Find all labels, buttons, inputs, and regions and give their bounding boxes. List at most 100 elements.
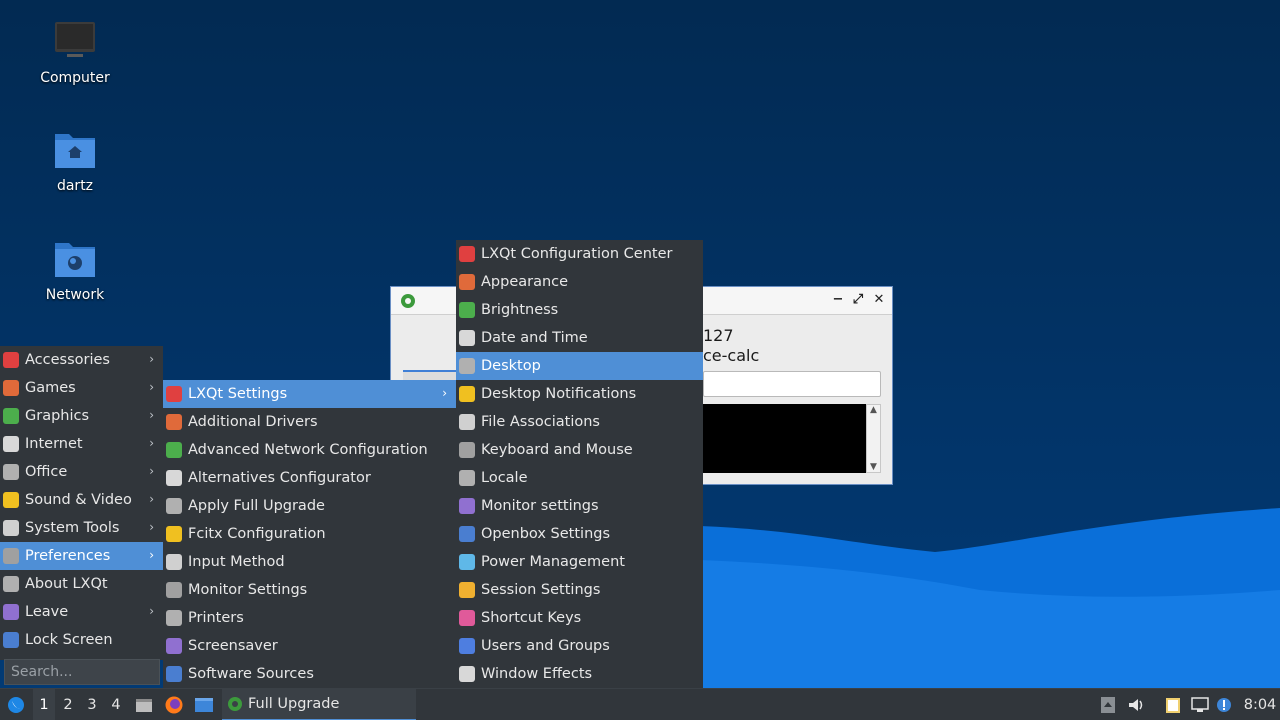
clock[interactable]: 8:04	[1240, 689, 1280, 720]
desktop-switch-4[interactable]: 4	[105, 689, 127, 720]
menu-item-label: Apply Full Upgrade	[188, 498, 325, 514]
clipboard-button[interactable]	[1162, 689, 1184, 720]
menu-item-internet[interactable]: Internet ›	[0, 430, 163, 458]
desktop-icon-network[interactable]: Network	[20, 237, 130, 303]
power-management-icon	[459, 554, 475, 570]
menu-item-brightness[interactable]: Brightness	[456, 296, 703, 324]
menu-item-keyboard-and-mouse[interactable]: Keyboard and Mouse	[456, 436, 703, 464]
close-button[interactable]: ✕	[870, 291, 888, 309]
graphics-icon	[3, 408, 19, 424]
leave-icon	[3, 604, 19, 620]
menu-item-file-associations[interactable]: File Associations	[456, 408, 703, 436]
menu-item-label: Screensaver	[188, 638, 278, 654]
menu-item-monitor-settings[interactable]: Monitor Settings	[163, 576, 456, 604]
desktop-notifications-icon	[459, 386, 475, 402]
chevron-right-icon: ›	[149, 380, 154, 394]
task-full-upgrade[interactable]: Full Upgrade	[222, 689, 416, 720]
menu-item-system-tools[interactable]: System Tools ›	[0, 514, 163, 542]
screensaver-icon	[166, 638, 182, 654]
desktop-switch-3[interactable]: 3	[81, 689, 103, 720]
notification-button[interactable]	[1214, 689, 1234, 720]
menu-item-session-settings[interactable]: Session Settings	[456, 576, 703, 604]
menu-item-label: Openbox Settings	[481, 526, 611, 542]
menu-item-accessories[interactable]: Accessories ›	[0, 346, 163, 374]
desktop-icon-label: dartz	[56, 178, 94, 194]
menu-item-games[interactable]: Games ›	[0, 374, 163, 402]
menu-item-about-lxqt[interactable]: About LXQt	[0, 570, 163, 598]
menu-item-leave[interactable]: Leave ›	[0, 598, 163, 626]
menu-item-alternatives-configurator[interactable]: Alternatives Configurator	[163, 464, 456, 492]
menu-item-label: Window Effects	[481, 666, 593, 682]
desktop-icon-computer[interactable]: Computer	[20, 20, 130, 86]
quicklaunch-firefox[interactable]	[162, 689, 186, 720]
volume-button[interactable]	[1125, 689, 1147, 720]
menu-item-preferences[interactable]: Preferences ›	[0, 542, 163, 570]
desktop-icon	[459, 358, 475, 374]
home-folder-icon	[55, 134, 95, 168]
network-button[interactable]	[1189, 689, 1211, 720]
menu-item-apply-full-upgrade[interactable]: Apply Full Upgrade	[163, 492, 456, 520]
menu-item-label: File Associations	[481, 414, 600, 430]
menu-item-desktop[interactable]: Desktop	[456, 352, 703, 380]
desktop-switch-1[interactable]: 1	[33, 689, 55, 720]
desktop-switch-2[interactable]: 2	[57, 689, 79, 720]
menu-item-label: LXQt Configuration Center	[481, 246, 673, 262]
menu-item-date-and-time[interactable]: Date and Time	[456, 324, 703, 352]
menu-item-users-and-groups[interactable]: Users and Groups	[456, 632, 703, 660]
internet-icon	[3, 436, 19, 452]
menu-item-printers[interactable]: Printers	[163, 604, 456, 632]
menu-item-label: Software Sources	[188, 666, 314, 682]
menu-item-appearance[interactable]: Appearance	[456, 268, 703, 296]
tray-expand[interactable]	[1098, 689, 1118, 720]
menu-item-input-method[interactable]: Input Method	[163, 548, 456, 576]
clipboard-icon	[1166, 698, 1180, 713]
advanced-network-configuration-icon	[166, 442, 182, 458]
menu-item-label: About LXQt	[25, 576, 108, 592]
menu-item-label: Leave	[25, 604, 69, 620]
maximize-button[interactable]: ⤢	[849, 291, 867, 309]
menu-item-label: Date and Time	[481, 330, 588, 346]
scroll-down-icon[interactable]: ▼	[867, 462, 880, 472]
menu-item-office[interactable]: Office ›	[0, 458, 163, 486]
menu-item-openbox-settings[interactable]: Openbox Settings	[456, 520, 703, 548]
menu-item-label: Users and Groups	[481, 638, 610, 654]
menu-item-label: Brightness	[481, 302, 559, 318]
menu-item-fcitx-configuration[interactable]: Fcitx Configuration	[163, 520, 456, 548]
dialog-text-line1: 127	[703, 326, 734, 345]
software-sources-icon	[166, 666, 182, 682]
quicklaunch-file-manager[interactable]	[132, 689, 156, 720]
menu-item-window-effects[interactable]: Window Effects	[456, 660, 703, 688]
about-lxqt-icon	[3, 576, 19, 592]
menu-item-label: Monitor settings	[481, 498, 599, 514]
menu-item-locale[interactable]: Locale	[456, 464, 703, 492]
menu-item-label: System Tools	[25, 520, 120, 536]
menu-item-power-management[interactable]: Power Management	[456, 548, 703, 576]
menu-item-sound-video[interactable]: Sound & Video ›	[0, 486, 163, 514]
menu-item-lock-screen[interactable]: Lock Screen	[0, 626, 163, 654]
menu-item-additional-drivers[interactable]: Additional Drivers	[163, 408, 456, 436]
menu-item-graphics[interactable]: Graphics ›	[0, 402, 163, 430]
dialog-scrollbar[interactable]: ▲ ▼	[866, 404, 881, 473]
menu-item-desktop-notifications[interactable]: Desktop Notifications	[456, 380, 703, 408]
gear-icon	[401, 294, 415, 308]
openbox-settings-icon	[459, 526, 475, 542]
quicklaunch-show-desktop[interactable]	[192, 689, 216, 720]
menu-item-software-sources[interactable]: Software Sources	[163, 660, 456, 688]
chevron-right-icon: ›	[442, 386, 447, 400]
menu-item-label: Desktop Notifications	[481, 386, 637, 402]
menu-item-screensaver[interactable]: Screensaver	[163, 632, 456, 660]
dialog-input[interactable]	[703, 371, 881, 397]
desktop-icon-home[interactable]: dartz	[20, 128, 130, 194]
menu-item-advanced-network-configuration[interactable]: Advanced Network Configuration	[163, 436, 456, 464]
menu-item-monitor-settings[interactable]: Monitor settings	[456, 492, 703, 520]
minimize-button[interactable]: −	[829, 291, 847, 309]
menu-item-shortcut-keys[interactable]: Shortcut Keys	[456, 604, 703, 632]
menu-item-lxqt-settings[interactable]: LXQt Settings ›	[163, 380, 456, 408]
office-icon	[3, 464, 19, 480]
start-menu-button[interactable]	[2, 689, 30, 720]
search-input[interactable]: Search...	[4, 659, 160, 685]
menu-item-lxqt-configuration-center[interactable]: LXQt Configuration Center	[456, 240, 703, 268]
accessories-icon	[3, 352, 19, 368]
main-menu: Accessories › Games › Graphics › Internet › Offi…	[0, 346, 163, 660]
scroll-up-icon[interactable]: ▲	[867, 405, 880, 415]
